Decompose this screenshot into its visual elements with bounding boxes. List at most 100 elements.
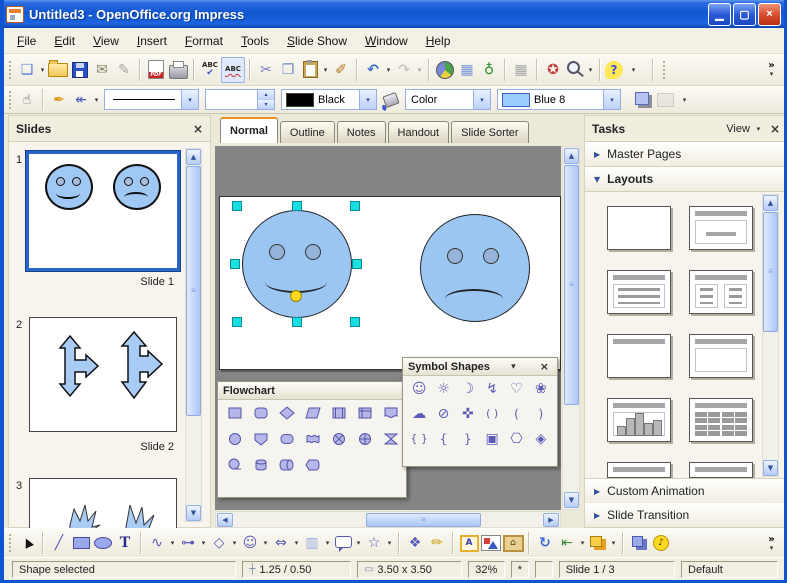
basic-shapes-button[interactable]: ◇: [208, 531, 230, 555]
line-style-combo[interactable]: ▾: [104, 89, 199, 110]
shape-double-bracket-icon[interactable]: ( ): [480, 406, 504, 422]
selection-handle[interactable]: [230, 259, 240, 269]
adjustment-handle[interactable]: [290, 290, 302, 302]
flowchart-alternate-process-icon[interactable]: [253, 405, 269, 421]
zoom-dropdown-icon[interactable]: ▾: [586, 66, 595, 74]
menu-tools[interactable]: Tools: [232, 30, 278, 52]
toolbar-overflow-icon[interactable]: ▾: [680, 96, 689, 104]
scroll-up-button[interactable]: ▲: [564, 148, 579, 164]
menu-view[interactable]: View: [84, 30, 128, 52]
curve-button[interactable]: ∿: [146, 531, 168, 555]
scroll-right-button[interactable]: ▶: [543, 513, 559, 527]
chevron-icon[interactable]: »: [768, 535, 774, 545]
tab-outline[interactable]: Outline: [280, 121, 335, 143]
navigator-button[interactable]: ✪: [542, 58, 564, 82]
scroll-down-button[interactable]: ▼: [763, 460, 778, 476]
shape-lightning-icon[interactable]: ↯: [480, 381, 504, 397]
shape-right-bracket-icon[interactable]: ): [529, 406, 553, 422]
undo-button[interactable]: ↶: [362, 58, 384, 82]
layout-blank[interactable]: [607, 206, 671, 250]
flowchart-document-icon[interactable]: [383, 405, 399, 421]
menu-edit[interactable]: Edit: [45, 30, 84, 52]
section-custom-animation[interactable]: ▶ Custom Animation: [585, 478, 787, 504]
save-button[interactable]: [69, 58, 91, 82]
extrusion-button[interactable]: [628, 531, 650, 555]
impress-app-icon[interactable]: [6, 6, 24, 23]
tasks-panel-close-icon[interactable]: ×: [770, 122, 780, 136]
selection-handle[interactable]: [352, 259, 362, 269]
scroll-up-button[interactable]: ▲: [763, 195, 778, 211]
undo-dropdown-icon[interactable]: ▾: [384, 66, 393, 74]
canvas-horizontal-scrollbar[interactable]: ◀ ▶: [215, 511, 561, 528]
toolbar-overflow-icon[interactable]: ▾: [629, 66, 638, 74]
symbol-shapes-dropdown-icon[interactable]: ▾: [261, 539, 270, 547]
arrange-dropdown-icon[interactable]: ▾: [609, 539, 618, 547]
copy-button[interactable]: ❐: [277, 58, 299, 82]
section-slide-transition[interactable]: ▶ Slide Transition: [585, 503, 787, 528]
layout-title-table[interactable]: [689, 398, 753, 442]
layout-title-two-content[interactable]: [689, 270, 753, 314]
redo-button[interactable]: ↷: [393, 58, 415, 82]
scrollbar-thumb[interactable]: [186, 166, 201, 416]
shape-double-brace-icon[interactable]: { }: [407, 431, 431, 447]
arrange-button[interactable]: [587, 531, 609, 555]
shape-left-brace-icon[interactable]: {: [431, 431, 455, 447]
scroll-down-button[interactable]: ▼: [564, 492, 579, 508]
connector-dropdown-icon[interactable]: ▾: [199, 539, 208, 547]
toolbar-grip[interactable]: [662, 60, 666, 80]
symbol-shapes-button[interactable]: ☺: [239, 531, 261, 555]
menu-help[interactable]: Help: [417, 30, 460, 52]
shape-right-brace-icon[interactable]: }: [456, 431, 480, 447]
fontwork-button[interactable]: A: [458, 531, 480, 555]
flowchart-sequential-access-icon[interactable]: [227, 457, 243, 473]
scrollbar-thumb[interactable]: [763, 212, 778, 332]
alignment-dropdown-icon[interactable]: ▾: [578, 539, 587, 547]
flowchart-decision-icon[interactable]: [279, 405, 295, 421]
line-color-dropdown-icon[interactable]: ▾: [359, 90, 376, 109]
edit-points-mode-button[interactable]: ☝: [16, 88, 38, 112]
flowchart-display-icon[interactable]: [305, 457, 321, 473]
tasks-view-menu[interactable]: View: [726, 123, 750, 135]
edit-points-button[interactable]: ❖: [404, 531, 426, 555]
scrollbar-thumb[interactable]: [366, 513, 481, 527]
display-grid-button[interactable]: ▦: [510, 58, 532, 82]
pen-style-button[interactable]: ✒: [48, 88, 70, 112]
menu-insert[interactable]: Insert: [128, 30, 176, 52]
flowchart-button[interactable]: ▥: [301, 531, 323, 555]
open-button[interactable]: [47, 58, 69, 82]
status-zoom[interactable]: 32%: [468, 561, 505, 578]
paste-dropdown-icon[interactable]: ▾: [321, 66, 330, 74]
zoom-button[interactable]: [564, 58, 586, 82]
slides-scrollbar[interactable]: ▲ ▼: [185, 148, 202, 522]
alignment-button[interactable]: ⇤: [556, 531, 578, 555]
fill-button[interactable]: [380, 88, 402, 112]
email-button[interactable]: ✉: [91, 58, 113, 82]
flowchart-toolbar-title[interactable]: Flowchart: [218, 382, 406, 400]
section-master-pages[interactable]: ▶ Master Pages: [585, 142, 787, 167]
selection-handle[interactable]: [232, 201, 242, 211]
from-file-button[interactable]: [480, 531, 502, 555]
symbol-shapes-close-icon[interactable]: ×: [537, 360, 552, 373]
tab-handout[interactable]: Handout: [388, 121, 450, 143]
canvas-vertical-scrollbar[interactable]: ▲ ▼: [562, 146, 580, 510]
layout-title-bullets[interactable]: [607, 270, 671, 314]
callouts-button[interactable]: [332, 531, 354, 555]
shape-left-bracket-icon[interactable]: (: [504, 406, 528, 422]
toolbar-grip[interactable]: [8, 60, 12, 80]
print-button[interactable]: [167, 58, 189, 82]
flowchart-summing-junction-icon[interactable]: [357, 431, 373, 447]
scroll-left-button[interactable]: ◀: [217, 513, 233, 527]
cut-button[interactable]: ✂: [255, 58, 277, 82]
line-style-dropdown-icon[interactable]: ▾: [181, 90, 198, 109]
fill-color-combo[interactable]: Blue 8 ▾: [497, 89, 621, 110]
flowchart-magnetic-disc-icon[interactable]: [253, 457, 269, 473]
shape-sun-icon[interactable]: ☼: [431, 381, 455, 397]
layout-partial[interactable]: [607, 462, 671, 478]
edit-file-button[interactable]: ✎: [113, 58, 135, 82]
tab-slide-sorter[interactable]: Slide Sorter: [451, 121, 528, 143]
layout-title-only[interactable]: [607, 334, 671, 378]
block-arrows-dropdown-icon[interactable]: ▾: [292, 539, 301, 547]
close-button[interactable]: ×: [758, 3, 781, 26]
status-page-style[interactable]: Default: [681, 561, 778, 578]
help-button[interactable]: ?: [605, 61, 623, 79]
